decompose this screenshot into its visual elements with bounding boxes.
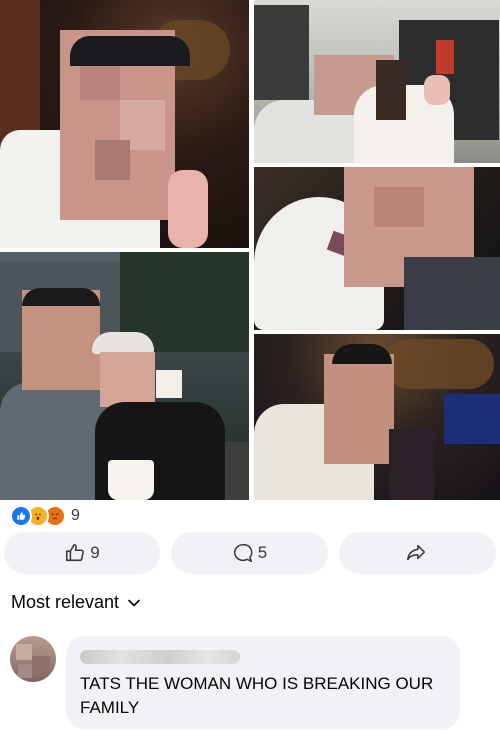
post-photo-selfie-bar[interactable] bbox=[0, 0, 249, 248]
commenter-avatar[interactable] bbox=[10, 636, 56, 682]
post-photo-street-drinks[interactable] bbox=[0, 252, 249, 500]
shelf-left bbox=[254, 5, 309, 100]
cup-bottom bbox=[108, 460, 154, 500]
share-button[interactable] bbox=[339, 532, 496, 574]
white-cap bbox=[92, 332, 154, 354]
like-icon bbox=[10, 505, 32, 527]
cup-top bbox=[156, 370, 182, 398]
post-photo-couple-shelf[interactable] bbox=[254, 0, 500, 163]
brick-wall bbox=[0, 0, 40, 150]
hair bbox=[70, 36, 190, 66]
comment-sort-dropdown[interactable]: Most relevant bbox=[11, 592, 141, 613]
reactions-summary[interactable]: 9 bbox=[10, 505, 80, 527]
post-actions: 9 5 bbox=[0, 532, 500, 574]
commenter-name-blurred bbox=[80, 650, 240, 664]
reactions-count: 9 bbox=[71, 507, 80, 524]
comment-text: TATS THE WOMAN WHO IS BREAKING OUR FAMIL… bbox=[80, 674, 434, 717]
comment-bubble-icon bbox=[233, 543, 253, 563]
comment-bubble[interactable]: TATS THE WOMAN WHO IS BREAKING OUR FAMIL… bbox=[66, 636, 460, 729]
post-photo-closeup-cap[interactable] bbox=[254, 167, 500, 330]
photo-collage bbox=[0, 0, 500, 500]
chevron-down-icon bbox=[128, 599, 140, 606]
thumbs-up-icon bbox=[66, 543, 85, 562]
hand-wave bbox=[424, 75, 450, 105]
blue-light bbox=[444, 394, 500, 444]
dark-hair bbox=[389, 429, 434, 500]
like-button[interactable]: 9 bbox=[4, 532, 160, 574]
dark-hair bbox=[376, 60, 406, 120]
like-count: 9 bbox=[90, 543, 100, 562]
lights bbox=[384, 339, 494, 389]
checked-shirt bbox=[404, 257, 500, 330]
blurred-face bbox=[324, 354, 394, 464]
sort-label: Most relevant bbox=[11, 592, 120, 612]
comment-button[interactable]: 5 bbox=[171, 532, 328, 574]
hand bbox=[168, 170, 208, 248]
woman-blurred-face bbox=[100, 352, 155, 407]
share-arrow-icon bbox=[406, 544, 425, 561]
comment-count: 5 bbox=[257, 543, 268, 562]
post-photo-selfie-lounge[interactable] bbox=[254, 334, 500, 500]
